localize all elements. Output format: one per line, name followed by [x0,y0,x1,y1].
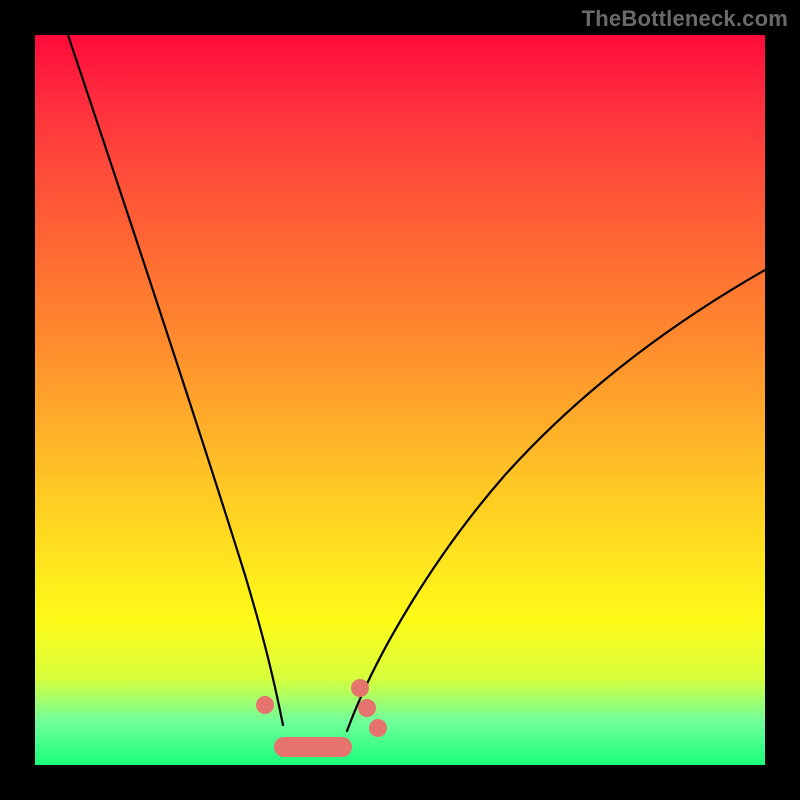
plot-area [35,35,765,765]
flat-bottom-segment [274,737,352,757]
marker-left-1 [256,696,274,714]
chart-frame: TheBottleneck.com [0,0,800,800]
marker-right-1 [351,679,369,697]
curve-right [347,270,765,731]
curve-left [68,35,283,725]
curve-layer [35,35,765,765]
marker-right-2 [358,699,376,717]
marker-right-3 [369,719,387,737]
watermark-text: TheBottleneck.com [582,6,788,32]
